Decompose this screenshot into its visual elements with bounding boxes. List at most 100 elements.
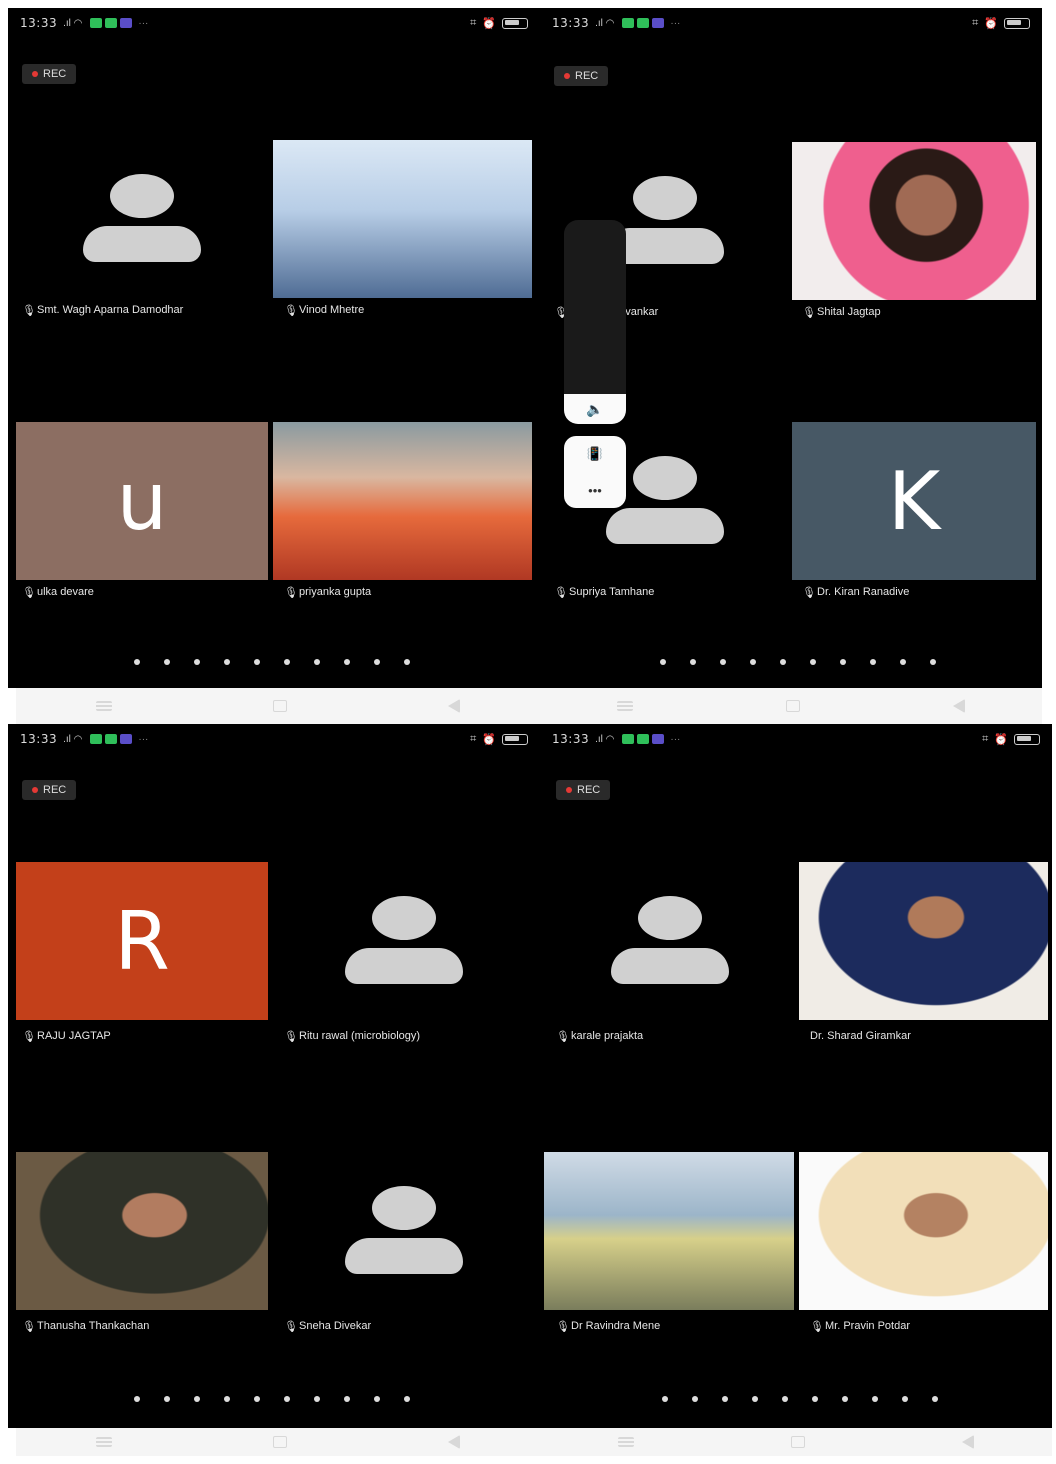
back-nav-icon[interactable] [447, 1435, 460, 1449]
notification-icons [622, 734, 665, 744]
participant-name: 🎙 Sneha Divekar [284, 1320, 372, 1333]
mic-muted-icon: 🎙 [284, 587, 298, 599]
signal-icon: .ıl ◠ [595, 733, 615, 745]
mic-muted-icon: 🎙 [284, 1321, 298, 1333]
mic-muted-icon: 🎙 [284, 1031, 298, 1043]
status-bar: 13:33 .ıl ◠ ··· ⌗ ⏰ [8, 8, 540, 38]
mic-muted-icon: 🎙 [554, 587, 568, 599]
participant-name: 🎙 Mr. Pravin Potdar [810, 1320, 910, 1333]
participant-video-ganesh[interactable] [273, 422, 532, 580]
vibrate-icon[interactable]: 📳 [587, 446, 603, 462]
android-navbar [16, 688, 540, 724]
avatar-letter: R [114, 894, 170, 988]
alarm-icon: ⏰ [984, 17, 998, 30]
home-nav-icon[interactable] [272, 700, 287, 712]
participant-letter-avatar[interactable]: K [792, 422, 1036, 580]
home-nav-icon[interactable] [790, 1436, 805, 1448]
more-notifications-icon: ··· [670, 17, 681, 29]
android-navbar [540, 1428, 1052, 1456]
battery-icon [1004, 17, 1030, 29]
menu-nav-icon[interactable] [618, 1437, 635, 1447]
mic-muted-icon: 🎙 [556, 1031, 570, 1043]
notification-icons [622, 18, 665, 28]
mic-muted-icon: 🎙 [22, 587, 36, 599]
rec-indicator: REC [22, 64, 77, 84]
page-indicator [134, 1396, 410, 1402]
status-bar: 13:33 .ıl ◠ ··· ⌗ ⏰ [8, 724, 540, 754]
rec-indicator: REC [556, 780, 611, 800]
status-bar: 13:33 .ıl ◠ ··· ⌗ ⏰ [540, 724, 1052, 754]
android-navbar [16, 1428, 540, 1456]
screenshot-4: 13:33 .ıl ◠ ··· ⌗ ⏰ REC 🎙 karale prajakta … [540, 724, 1052, 1428]
status-right: ⌗ ⏰ [470, 17, 528, 30]
more-icon[interactable]: ••• [588, 483, 602, 498]
status-right: ⌗ ⏰ [470, 733, 528, 746]
status-time: 13:33 [552, 732, 590, 746]
mic-muted-icon: 🎙 [554, 307, 568, 319]
back-nav-icon[interactable] [447, 699, 460, 713]
volume-controls: 📳 ••• [564, 436, 626, 508]
rec-indicator: REC [554, 66, 609, 86]
record-dot-icon [564, 73, 570, 79]
participant-tile[interactable] [278, 862, 530, 1020]
speaker-icon[interactable]: 🔈 [586, 401, 603, 418]
participant-video-child[interactable] [544, 1152, 794, 1310]
participant-tile[interactable] [16, 140, 268, 298]
participant-letter-avatar[interactable]: R [16, 862, 268, 1020]
alarm-icon: ⏰ [994, 733, 1008, 746]
page-indicator [662, 1396, 938, 1402]
participant-tile[interactable] [278, 1152, 530, 1310]
status-bar: 13:33 .ıl ◠ ··· ⌗ ⏰ [540, 8, 1042, 38]
more-notifications-icon: ··· [138, 17, 149, 29]
back-nav-icon[interactable] [953, 699, 966, 713]
generic-avatar-icon [344, 896, 464, 986]
participant-name: 🎙 Supriya Tamhane [554, 586, 655, 599]
more-notifications-icon: ··· [670, 733, 681, 745]
participant-name: 🎙 Ritu rawal (microbiology) [284, 1030, 421, 1043]
status-time: 13:33 [20, 732, 58, 746]
generic-avatar-icon [610, 896, 730, 986]
signal-icon: .ıl ◠ [595, 17, 615, 29]
mic-muted-icon: 🎙 [802, 587, 816, 599]
more-notifications-icon: ··· [138, 733, 149, 745]
hd-icon: ⌗ [470, 732, 477, 745]
participant-video-girl[interactable] [16, 1152, 268, 1310]
participant-video-man2[interactable] [799, 1152, 1048, 1310]
home-nav-icon[interactable] [272, 1436, 287, 1448]
menu-nav-icon[interactable] [96, 1437, 113, 1447]
status-time: 13:33 [552, 16, 590, 30]
battery-icon [502, 733, 528, 745]
hd-icon: ⌗ [982, 732, 989, 745]
participant-name: 🎙 Vinod Mhetre [284, 304, 365, 317]
mic-muted-icon: 🎙 [802, 307, 816, 319]
page-indicator [660, 659, 936, 665]
participant-name: 🎙 RAJU JAGTAP [22, 1030, 111, 1043]
participant-letter-avatar[interactable]: u [16, 422, 268, 580]
menu-nav-icon[interactable] [96, 701, 113, 711]
mic-muted-icon: 🎙 [22, 305, 36, 317]
participant-video-man[interactable] [799, 862, 1048, 1020]
menu-nav-icon[interactable] [616, 701, 633, 711]
participant-name: Dr. Sharad Giramkar [810, 1030, 911, 1042]
alarm-icon: ⏰ [482, 17, 496, 30]
back-nav-icon[interactable] [961, 1435, 974, 1449]
screenshot-3: 13:33 .ıl ◠ ··· ⌗ ⏰ REC R 🎙 RAJU JAGTAP 🎙 R… [8, 724, 540, 1428]
participant-tile[interactable] [544, 862, 796, 1020]
rec-label: REC [43, 784, 67, 796]
participant-name: 🎙 karale prajakta [556, 1030, 644, 1043]
rec-label: REC [43, 68, 67, 80]
signal-icon: .ıl ◠ [63, 733, 83, 745]
mic-muted-icon: 🎙 [22, 1321, 36, 1333]
participant-video-penguins[interactable] [273, 140, 532, 298]
participant-video-woman[interactable] [792, 142, 1036, 300]
participant-name: 🎙 ulka devare [22, 586, 94, 599]
rec-label: REC [577, 784, 601, 796]
mic-muted-icon: 🎙 [284, 305, 298, 317]
screenshot-1: 13:33 .ıl ◠ ··· ⌗ ⏰ REC 🎙 Smt. Wagh Aparna… [8, 8, 540, 688]
generic-avatar-icon [344, 1186, 464, 1276]
avatar-letter: K [887, 454, 941, 548]
notification-icons [90, 734, 133, 744]
volume-slider[interactable]: 🔈 [564, 220, 626, 424]
record-dot-icon [32, 787, 38, 793]
home-nav-icon[interactable] [785, 700, 800, 712]
